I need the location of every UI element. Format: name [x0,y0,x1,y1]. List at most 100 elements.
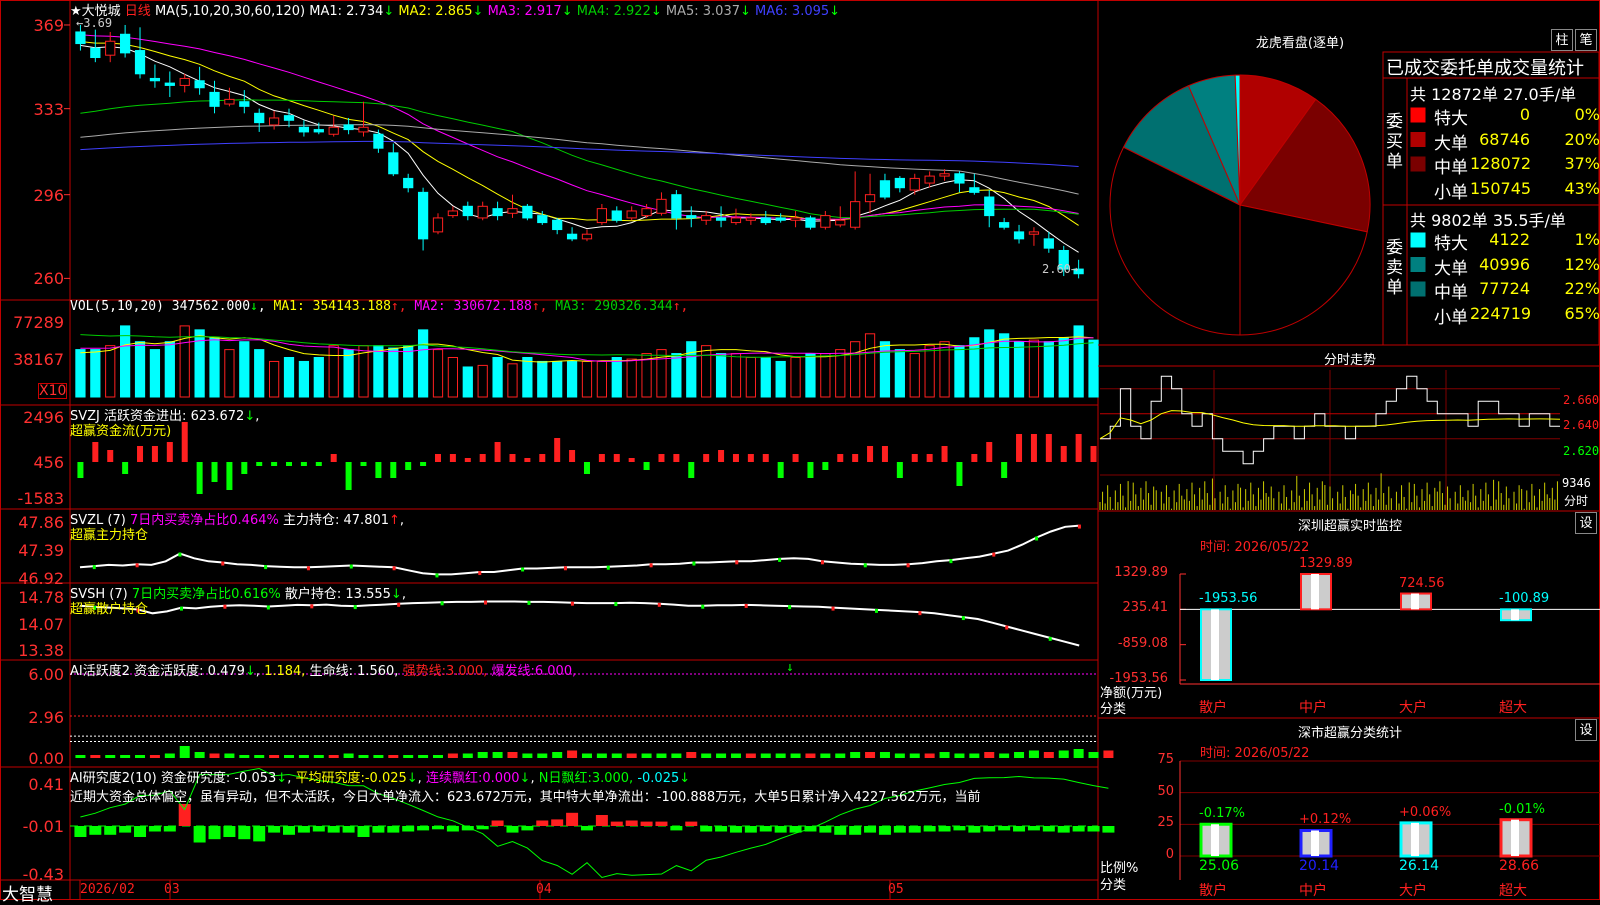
ai-active-bar [477,752,488,758]
ai-research-bar [417,826,430,831]
ai-research-bar [253,826,266,842]
vol-bar [835,349,846,398]
ai-research-arrow4: ↓ [679,771,691,786]
buy-name-0: 特大 [1434,109,1468,129]
svzl-marker [264,565,268,570]
ai-research-value4: 3.000, [591,771,634,786]
ai-active-bar [298,755,309,758]
candle-body [939,173,950,177]
svsh-marker [1048,636,1052,641]
sz-monitor-settings-button[interactable]: 设 [1575,512,1597,534]
ai-active-bar [835,753,846,758]
high-marker: ←3.69 [76,16,113,30]
vol-bar [447,357,459,398]
sz-stats-bar-shine-1 [1311,830,1319,856]
ai-active-bar [75,755,86,758]
intraday-tick-2: 2.620 [1563,444,1600,458]
main-header: ★大悦城 日线 MA(5,10,20,30,60,120) MA1: 2.734… [70,0,840,19]
ai-active-bar [343,753,354,758]
sell-name-1: 大单 [1434,258,1468,279]
sell-swatch-1 [1410,257,1426,272]
svsh-marker [874,608,878,613]
ai-research-bar [819,826,832,833]
candle-body [850,201,861,228]
candle-body [984,196,995,217]
sz-stats-chg-3: -0.01% [1499,801,1545,817]
bar-view-button[interactable]: 柱 [1551,29,1573,51]
candle-body [537,215,548,224]
ai-research-bar [163,826,176,832]
candle-body [298,126,310,133]
svsh-marker [918,611,922,616]
sz-stats-chg-1: +0.12% [1299,812,1352,828]
svzl-marker [478,571,482,576]
svzj-bar [330,454,337,462]
vol-bar [239,341,250,398]
ai-active-bar [611,753,622,758]
sell-value-1: 40996 [1479,254,1530,274]
ai-active-bar [388,755,399,758]
vol-bar [775,360,786,398]
svzj-bar [867,446,874,462]
vol-bar [313,357,324,398]
svzj-tick-2: -1583 [17,489,65,508]
chart-canvas[interactable] [0,0,1600,900]
candle-body [120,33,131,54]
ai-active-bar [656,753,667,758]
sz-stats-settings-button[interactable]: 设 [1575,719,1597,741]
ai-active-bar [939,752,950,758]
vol-bar [343,349,354,398]
buy-name-1: 大单 [1434,133,1468,154]
stats-title: 已成交委托单成交量统计 [1386,58,1584,79]
ai-active-bar [969,753,980,758]
sz-stats-bar-shine-3 [1511,819,1519,856]
vol-bar [611,357,622,398]
sz-monitor-bar-shine-3 [1511,609,1519,621]
ai-active-bar [373,755,384,758]
sz-stats-title: 深市超赢分类统计 [1297,726,1402,741]
sell-summary: 共 9802单 35.5手/单 [1410,211,1566,230]
price-tick-0: 369 [33,15,64,35]
svzj-bar [1016,434,1023,462]
vol-bar [417,329,429,398]
ai-research-bar [640,821,653,826]
svzj-bar [137,446,144,462]
vol-bar [268,360,280,398]
period-label[interactable]: 日线 [125,4,151,19]
buy-name-3: 小单 [1434,182,1468,203]
candle-body [343,124,354,131]
ai-active-bar [865,752,876,758]
ai-active-value4: 6.000, [534,664,577,679]
svzj-bar [107,450,114,462]
svzj-bar [732,454,739,462]
vol-bar [1088,339,1099,398]
svzj-bar [151,446,158,462]
svsh-marker [310,604,314,609]
candle-body [209,91,220,107]
sz-monitor-tick-3: -1953.56 [1109,671,1168,686]
vol-bar [954,345,965,398]
svzj-bar [300,462,307,466]
pen-view-button[interactable]: 笔 [1575,29,1597,51]
ai-research-bar [297,826,310,833]
vol-bar [1028,339,1040,398]
stock-terminal: ★大悦城 日线 MA(5,10,20,30,60,120) MA1: 2.734… [0,0,1600,905]
ai-research-bar [268,826,281,833]
ai-active-bar [641,753,652,758]
vol-ma-item-2: MA2: 330672.188 [406,299,532,314]
ma-arrow-3: ↓ [561,4,573,19]
sz-monitor-cat-2: 大户 [1399,700,1427,716]
sz-monitor-cat-1: 中户 [1299,700,1327,716]
vol-bar [730,353,742,398]
ai-research-bar [1087,826,1100,832]
intraday-unit: 分时 [1564,494,1589,508]
ai-active-bar [567,750,578,758]
ai-research-value2: -0.025 [364,771,407,786]
vol-bar [566,360,578,398]
svzj-bar [256,462,263,466]
sz-monitor-title: 深圳超赢实时监控 [1297,519,1402,534]
ai-research-bar [1102,826,1115,833]
candle-body [224,98,235,105]
ai-active-header: AI活跃度2 资金活跃度: 0.479↓, 1.184, 生命线: 1.560,… [70,664,577,679]
svzl-value: 47.801 [343,513,390,528]
